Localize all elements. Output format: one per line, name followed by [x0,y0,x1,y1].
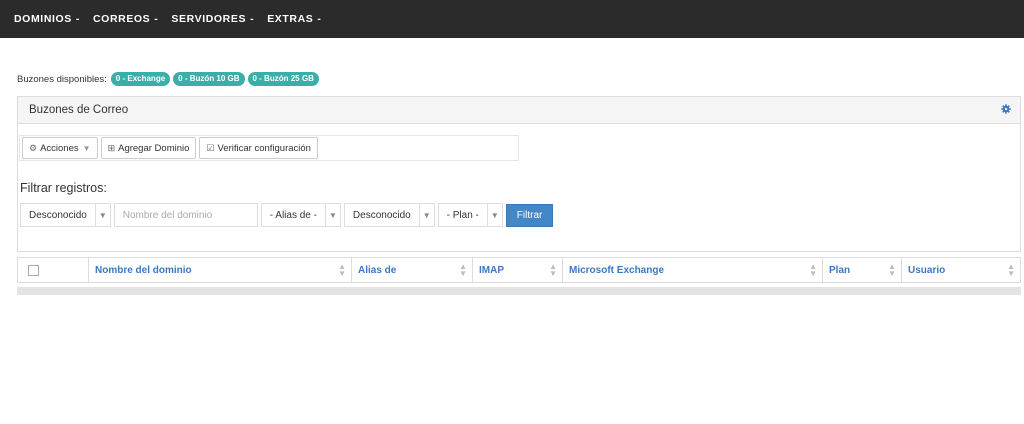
col-plan-label: Plan [829,264,851,276]
plan-select-value: - Plan - [446,209,479,221]
add-domain-label: Agregar Dominio [118,142,190,154]
col-user-label: Usuario [908,264,946,276]
table-empty-bar [17,287,1021,295]
badge-mailbox-25gb: 0 - Buzón 25 GB [247,72,319,86]
nav-extras-label: EXTRAS [267,13,314,25]
available-label: Buzones disponibles: [17,73,107,85]
nav-dominios[interactable]: DOMINIOS - [14,13,80,25]
col-user[interactable]: Usuario ▲ ▼ [902,258,1020,282]
chevron-down-icon: ▼ [418,204,434,226]
chevron-down-icon: ▼ [94,204,110,226]
plan-select[interactable]: - Plan - ▼ [437,203,503,227]
verify-config-label: Verificar configuración [217,142,311,154]
status-select-2-value: Desconocido [352,209,411,221]
sort-icon: ▲ ▼ [459,262,467,278]
actions-button[interactable]: ⚙ Acciones ▼ [22,137,98,159]
mailboxes-panel: Buzones de Correo ⚙ Acciones ▼ ⊞ Agregar… [17,96,1021,252]
domains-table: Nombre del dominio ▲ ▼ Alias de ▲ ▼ IMAP ▲… [17,257,1021,295]
select-all-checkbox[interactable] [28,264,39,276]
col-exchange-label: Microsoft Exchange [569,264,665,276]
status-select-1[interactable]: Desconocido ▼ [20,203,111,227]
chevron-down-icon: ▼ [324,204,340,226]
nav-correos-label: CORREOS [93,13,151,25]
top-navbar: DOMINIOS - CORREOS - SERVIDORES - EXTRAS - [0,0,1024,38]
nav-dominios-caret: - [75,13,80,25]
panel-title: Buzones de Correo [29,104,129,116]
nav-servidores[interactable]: SERVIDORES - [171,13,254,25]
filter-button[interactable]: Filtrar [505,203,554,227]
alias-select[interactable]: - Alias de - ▼ [260,203,341,227]
chevron-down-icon: ▼ [486,204,502,226]
available-mailboxes: Buzones disponibles: 0 - Exchange 0 - Bu… [17,72,319,86]
sort-icon: ▲ ▼ [549,262,557,278]
cogs-icon: ⚙ [29,142,38,153]
col-alias-label: Alias de [358,264,397,276]
gear-icon[interactable] [1001,103,1011,117]
domain-name-input[interactable]: Nombre del dominio [113,203,258,227]
badge-exchange: 0 - Exchange [110,72,171,86]
sort-icon: ▲ ▼ [338,262,346,278]
check-square-icon: ☑ [206,142,215,153]
table-header: Nombre del dominio ▲ ▼ Alias de ▲ ▼ IMAP ▲… [17,257,1021,283]
nav-servidores-caret: - [250,13,255,25]
sort-icon: ▲ ▼ [888,262,896,278]
col-imap-label: IMAP [479,264,504,276]
filter-row: Desconocido ▼ Nombre del dominio - Alias… [20,203,554,227]
panel-toolbar: ⚙ Acciones ▼ ⊞ Agregar Dominio ☑ Verific… [19,135,519,161]
nav-dominios-label: DOMINIOS [14,13,72,25]
status-select-2[interactable]: Desconocido ▼ [343,203,435,227]
filter-label: Filtrar registros: [20,181,107,195]
col-alias[interactable]: Alias de ▲ ▼ [352,258,473,282]
badge-mailbox-10gb: 0 - Buzón 10 GB [173,72,245,86]
col-domain-name[interactable]: Nombre del dominio ▲ ▼ [89,258,352,282]
plus-square-icon: ⊞ [107,142,116,153]
sort-icon: ▲ ▼ [809,262,817,278]
actions-label: Acciones [40,142,79,154]
panel-header: Buzones de Correo [18,97,1020,124]
nav-correos[interactable]: CORREOS - [93,13,158,25]
nav-servidores-label: SERVIDORES [171,13,247,25]
nav-correos-caret: - [154,13,159,25]
status-select-1-value: Desconocido [29,209,87,221]
verify-config-button[interactable]: ☑ Verificar configuración [199,137,318,159]
col-exchange[interactable]: Microsoft Exchange ▲ ▼ [563,258,823,282]
nav-extras-caret: - [317,13,322,25]
col-plan[interactable]: Plan ▲ ▼ [823,258,902,282]
sort-icon: ▲ ▼ [1007,262,1015,278]
alias-select-value: - Alias de - [269,209,317,221]
nav-extras[interactable]: EXTRAS - [267,13,321,25]
col-domain-name-label: Nombre del dominio [95,264,192,276]
chevron-down-icon: ▼ [82,143,91,153]
select-all-column [18,258,89,282]
col-imap[interactable]: IMAP ▲ ▼ [473,258,563,282]
add-domain-button[interactable]: ⊞ Agregar Dominio [100,137,197,159]
